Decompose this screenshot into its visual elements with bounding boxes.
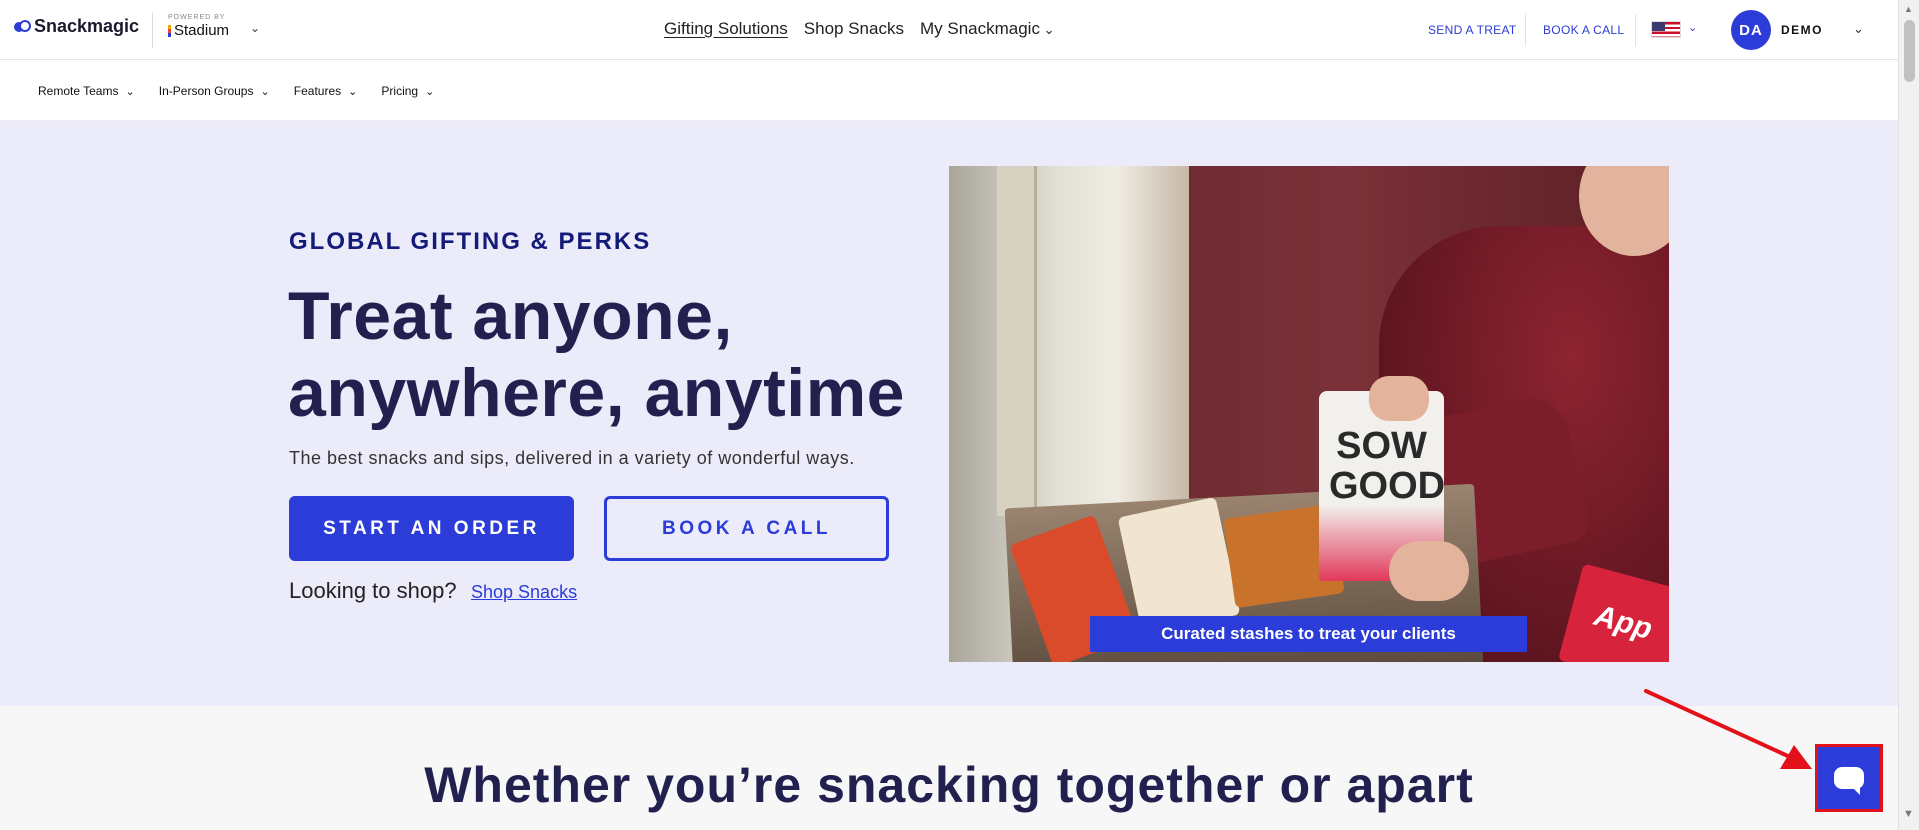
stadium-label: Stadium	[174, 22, 230, 39]
avatar[interactable]: DA	[1731, 10, 1771, 50]
scroll-down-icon[interactable]: ▼	[1903, 808, 1914, 820]
section-title: Whether you’re snacking together or apar…	[424, 757, 1474, 813]
subnav-remote-teams[interactable]: Remote Teams	[38, 84, 135, 98]
headline-line-1: Treat anyone,	[288, 278, 733, 354]
start-an-order-button[interactable]: START AN ORDER	[289, 496, 574, 561]
scroll-up-icon[interactable]: ▲	[1904, 4, 1913, 14]
hero-headline: Treat anyone, anywhere, anytime	[288, 278, 905, 432]
scroll-thumb[interactable]	[1904, 20, 1915, 82]
brand-name: Snackmagic	[34, 16, 140, 36]
secondary-nav: Remote Teams In-Person Groups Features P…	[0, 61, 1898, 121]
divider	[1525, 14, 1526, 46]
subnav-pricing[interactable]: Pricing	[381, 84, 434, 98]
main-nav: Gifting Solutions Shop Snacks My Snackma…	[664, 19, 1054, 39]
image-hand	[1389, 541, 1469, 601]
snackmagic-logo[interactable]: Snackmagic	[14, 16, 139, 37]
nav-gifting-solutions[interactable]: Gifting Solutions	[664, 19, 788, 39]
headline-line-2: anywhere, anytime	[288, 355, 905, 431]
nav-my-snackmagic[interactable]: My Snackmagic	[920, 19, 1055, 39]
hero-eyebrow: GLOBAL GIFTING & PERKS	[289, 228, 652, 255]
chevron-down-icon[interactable]: ⌄	[1853, 21, 1864, 37]
snacking-section: Whether you’re snacking together or apar…	[0, 706, 1898, 830]
pouch-label: SOW GOOD	[1329, 425, 1446, 507]
powered-by-label: POWERED BY	[168, 14, 226, 21]
nav-shop-snacks[interactable]: Shop Snacks	[804, 19, 904, 39]
image-door	[997, 166, 1037, 516]
stadium-mark-icon	[168, 24, 171, 37]
divider	[1635, 14, 1636, 46]
shop-snacks-link[interactable]: Shop Snacks	[471, 582, 577, 603]
shop-prompt: Looking to shop?	[289, 578, 457, 603]
send-a-treat-link[interactable]: SEND A TREAT	[1428, 23, 1517, 37]
us-flag-icon[interactable]	[1651, 21, 1681, 38]
subnav-items: Remote Teams In-Person Groups Features P…	[38, 84, 434, 98]
chat-button[interactable]	[1815, 744, 1883, 812]
logo-divider	[152, 12, 153, 48]
stadium-name: Stadium	[168, 22, 229, 39]
book-a-call-link[interactable]: BOOK A CALL	[1543, 23, 1624, 37]
hero-image: SOW GOOD App Curated stashes to treat yo…	[949, 166, 1669, 662]
account-name[interactable]: DEMO	[1781, 23, 1823, 37]
snackmagic-logo-icon	[14, 19, 31, 34]
chat-icon	[1834, 767, 1864, 795]
chevron-down-icon[interactable]: ⌄	[250, 21, 260, 35]
subnav-features[interactable]: Features	[294, 84, 358, 98]
image-hand	[1369, 376, 1429, 421]
hero-section: GLOBAL GIFTING & PERKS Treat anyone, any…	[0, 121, 1898, 706]
image-caption: Curated stashes to treat your clients	[1090, 616, 1527, 652]
hero-subtitle: The best snacks and sips, delivered in a…	[289, 448, 855, 468]
book-a-call-button[interactable]: BOOK A CALL	[604, 496, 889, 561]
scrollbar[interactable]: ▲ ▼	[1898, 0, 1919, 830]
annotation-arrow-icon	[1644, 689, 1812, 769]
chevron-down-icon[interactable]: ⌄	[1688, 21, 1697, 34]
top-header: Snackmagic POWERED BY Stadium ⌄ Gifting …	[0, 0, 1898, 60]
subnav-in-person-groups[interactable]: In-Person Groups	[159, 84, 270, 98]
stadium-logo[interactable]: POWERED BY Stadium	[168, 14, 229, 39]
